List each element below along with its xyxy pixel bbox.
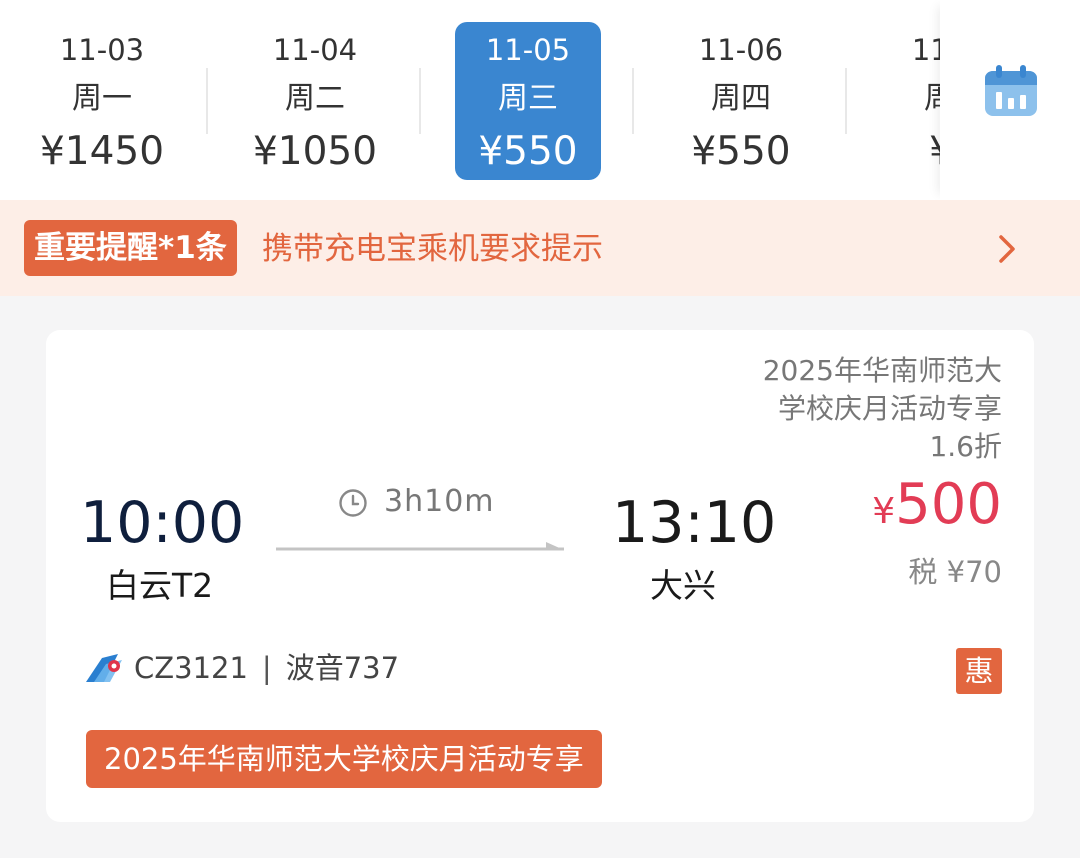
- date-price: ¥550: [478, 129, 578, 174]
- date-divider: [845, 68, 847, 134]
- date-option-11-05-selected[interactable]: 11-05 周三 ¥550: [455, 22, 601, 180]
- date-divider: [419, 68, 421, 134]
- weekday-label: 周三: [498, 81, 558, 116]
- date-price: ¥1450: [39, 129, 165, 174]
- chevron-right-icon: [999, 235, 1015, 263]
- notice-text: 携带充电宝乘机要求提示: [262, 231, 603, 267]
- date-price: ¥1050: [252, 129, 378, 174]
- duration-text: 3h10m: [384, 484, 495, 519]
- important-notice-bar[interactable]: 重要提醒*1条 携带充电宝乘机要求提示: [0, 200, 1080, 296]
- weekday-label: 周一: [72, 81, 132, 116]
- price-currency: ¥: [872, 491, 896, 532]
- date-strip: 11-03 周一 ¥1450 11-04 周二 ¥1050 11-05 周三 ¥…: [0, 0, 1080, 200]
- date-option-11-03[interactable]: 11-03 周一 ¥1450: [29, 22, 175, 180]
- price-amount: 500: [895, 472, 1002, 537]
- arrival-airport: 大兴: [650, 566, 716, 605]
- weekday-label: 周二: [285, 81, 345, 116]
- weekday-label: 周四: [711, 81, 771, 116]
- aircraft-type: 波音737: [285, 651, 400, 685]
- date-option-11-04[interactable]: 11-04 周二 ¥1050: [242, 22, 388, 180]
- date-divider: [632, 68, 634, 134]
- notice-badge: 重要提醒*1条: [24, 220, 237, 276]
- date-label: 11-04: [272, 33, 358, 67]
- flight-number: CZ3121: [134, 651, 248, 685]
- arrival-time: 13:10: [612, 490, 777, 556]
- departure-time: 10:00: [80, 490, 245, 556]
- departure-airport: 白云T2: [106, 566, 214, 605]
- route-arrow-icon: [276, 542, 564, 551]
- calendar-icon[interactable]: [984, 64, 1038, 118]
- date-price: ¥550: [691, 129, 791, 174]
- info-separator: |: [261, 651, 272, 685]
- flight-info: CZ3121 | 波音737: [134, 648, 399, 688]
- tax-amount: 税 ¥70: [908, 555, 1002, 589]
- flight-price: ¥500: [872, 470, 1002, 553]
- promo-tag: 2025年华南师范大学校庆月活动专享: [86, 730, 602, 788]
- date-divider: [206, 68, 208, 134]
- clock-icon: [339, 489, 367, 517]
- date-label: 11-03: [59, 33, 145, 67]
- promo-description: 2025年华南师范大学校庆月活动专享1.6折: [762, 354, 1002, 463]
- flight-card[interactable]: 10:00 白云T2 3h10m 13:10 大兴 2025年华南师范大学校庆月…: [46, 330, 1034, 822]
- date-label: 11-05: [485, 33, 571, 67]
- discount-badge: 惠: [956, 648, 1002, 694]
- date-label: 11-06: [698, 33, 784, 67]
- date-option-11-06[interactable]: 11-06 周四 ¥550: [668, 22, 814, 180]
- calendar-button-area: [940, 0, 1080, 200]
- china-southern-logo-icon: [86, 654, 122, 682]
